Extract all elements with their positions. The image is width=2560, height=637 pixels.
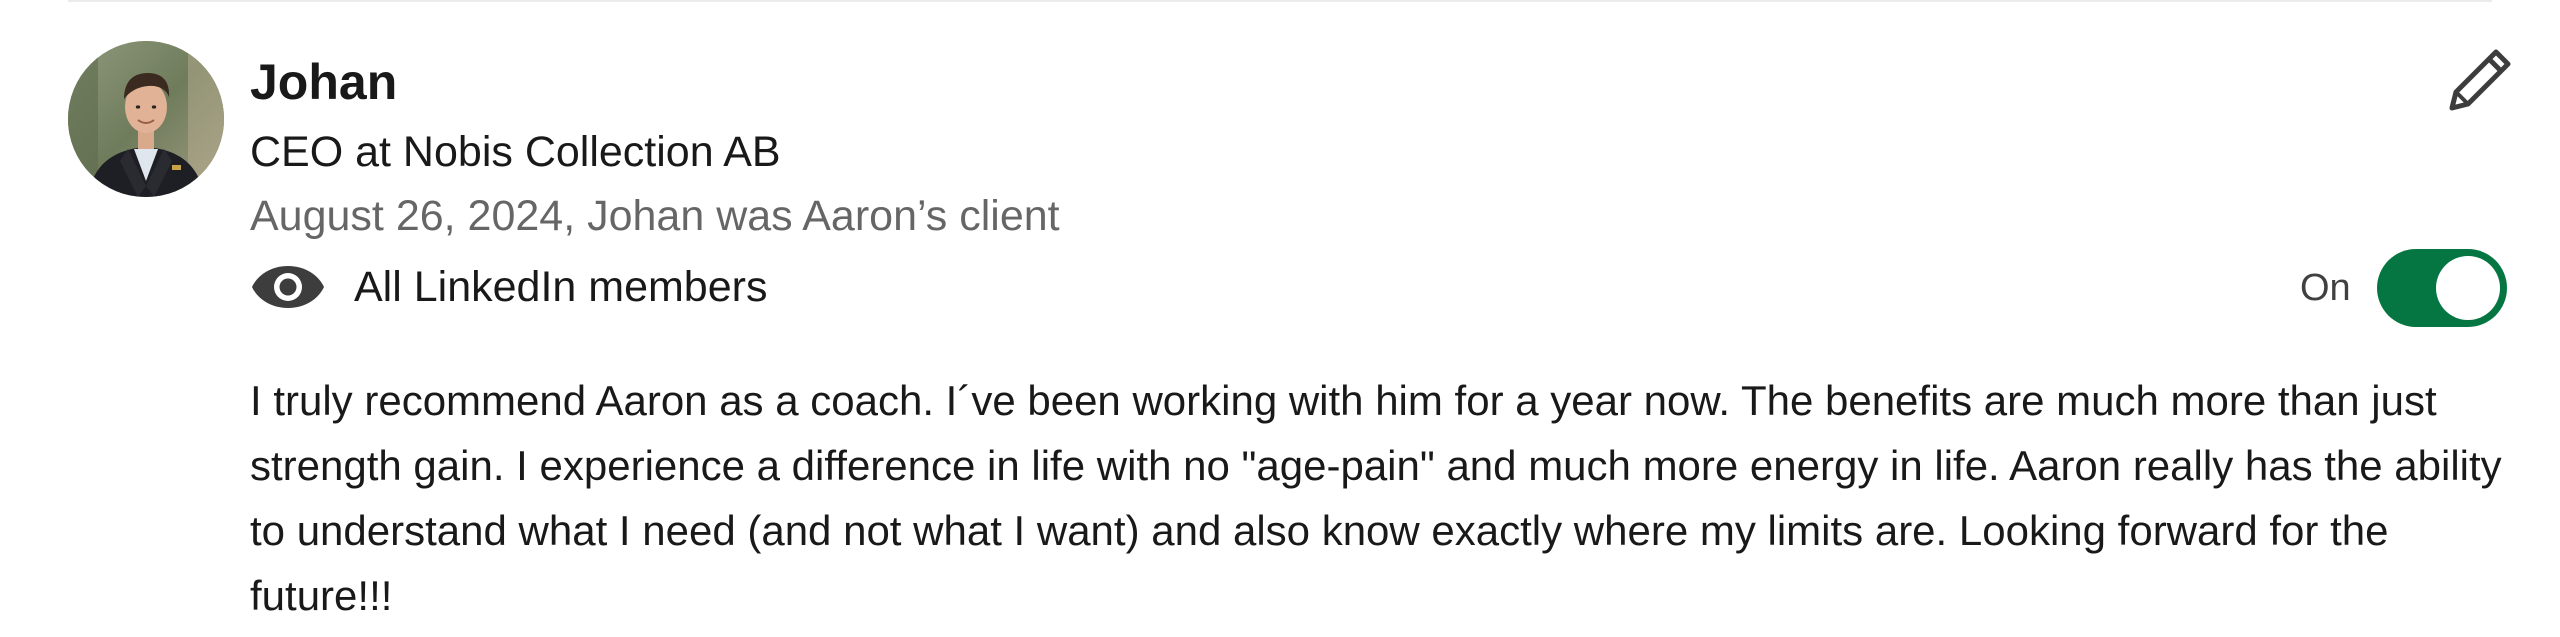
- visibility-toggle-group: On: [2300, 248, 2507, 328]
- recommender-name[interactable]: Johan: [250, 52, 397, 112]
- avatar[interactable]: [68, 41, 224, 197]
- toggle-state-label: On: [2300, 267, 2351, 309]
- recommendation-card: Johan CEO at Nobis Collection AB August …: [0, 0, 2560, 637]
- eye-icon: [250, 264, 326, 310]
- visibility-toggle[interactable]: [2376, 249, 2507, 327]
- edit-button[interactable]: [2442, 44, 2516, 118]
- visibility-label: All LinkedIn members: [354, 263, 768, 311]
- toggle-knob: [2435, 256, 2500, 320]
- recommender-headline: CEO at Nobis Collection AB: [250, 128, 781, 176]
- visibility-row: All LinkedIn members: [250, 254, 767, 320]
- recommendation-text: I truly recommend Aaron as a coach. I´ve…: [250, 368, 2530, 628]
- recommendation-body: I truly recommend Aaron as a coach. I´ve…: [250, 377, 2502, 619]
- recommendation-date-relationship: August 26, 2024, Johan was Aaron’s clien…: [250, 192, 1060, 240]
- pencil-icon: [2449, 49, 2511, 111]
